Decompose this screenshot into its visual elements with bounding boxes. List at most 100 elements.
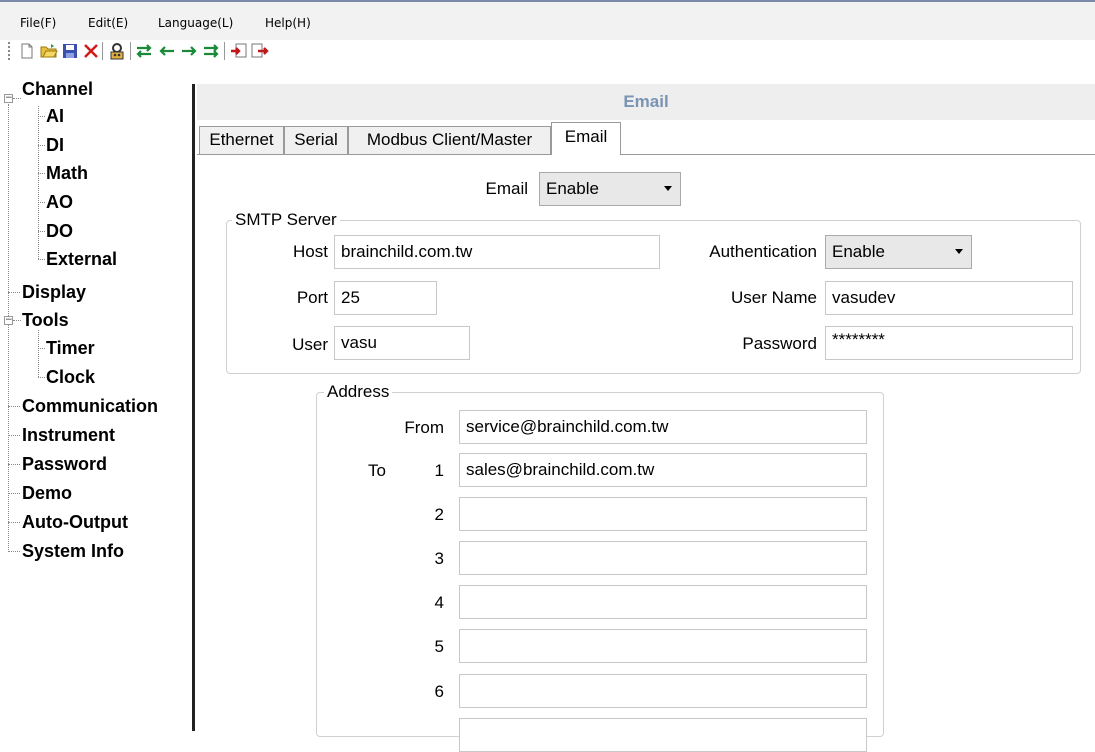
- tree-node-password[interactable]: Password: [22, 454, 107, 474]
- tree-line: [8, 292, 20, 293]
- tree-line: [38, 116, 45, 117]
- email-enable-select[interactable]: Enable: [539, 172, 681, 206]
- chevron-down-icon: [664, 186, 672, 191]
- to-index-1: 1: [434, 461, 444, 480]
- chevron-down-icon: [955, 249, 963, 254]
- to-index-5: 5: [434, 637, 444, 656]
- channel-expander-icon[interactable]: −: [4, 94, 13, 103]
- tab-strip: Ethernet Serial Modbus Client/Master Ema…: [197, 120, 1095, 155]
- tree-line: [38, 348, 45, 349]
- toolbar: [0, 40, 1095, 84]
- tree-line: [38, 145, 45, 146]
- tree-line: [8, 464, 20, 465]
- toolbar-separator: [130, 42, 131, 60]
- host-input[interactable]: brainchild.com.tw: [334, 235, 660, 269]
- tree-line: [38, 377, 45, 378]
- tools-expander-icon[interactable]: −: [4, 316, 13, 325]
- tab-email[interactable]: Email: [551, 122, 621, 155]
- port-label: Port: [296, 288, 328, 307]
- menu-file[interactable]: File(F): [20, 16, 56, 30]
- menu-bar: File(F) Edit(E) Language(L) Help(H): [0, 0, 1095, 40]
- tree-node-do[interactable]: DO: [46, 221, 73, 241]
- authentication-value: Enable: [832, 242, 885, 261]
- transfer-both-icon[interactable]: [135, 42, 153, 60]
- tree-node-system-info[interactable]: System Info: [22, 541, 124, 561]
- port-input[interactable]: 25: [334, 281, 437, 315]
- to-label: To: [368, 461, 386, 480]
- tree-line: [38, 106, 39, 259]
- to-index-3: 3: [434, 549, 444, 568]
- save-icon[interactable]: [61, 42, 79, 60]
- toolbar-grip[interactable]: [8, 42, 10, 60]
- upload-left-icon[interactable]: [158, 42, 176, 60]
- user-name-input[interactable]: vasudev: [825, 281, 1073, 315]
- host-label: Host: [293, 242, 328, 261]
- address-legend: Address: [324, 382, 393, 402]
- panel-header: Email: [197, 84, 1095, 121]
- from-input[interactable]: service@brainchild.com.tw: [459, 410, 867, 444]
- tree-line: [38, 173, 45, 174]
- smtp-server-legend: SMTP Server: [232, 210, 340, 230]
- tab-modbus[interactable]: Modbus Client/Master: [348, 126, 551, 154]
- tree-node-demo[interactable]: Demo: [22, 483, 72, 503]
- authentication-select[interactable]: Enable: [825, 235, 972, 269]
- open-folder-icon[interactable]: [40, 42, 58, 60]
- to-input-5[interactable]: [459, 629, 867, 663]
- delete-icon[interactable]: [82, 42, 100, 60]
- tree-node-instrument[interactable]: Instrument: [22, 425, 115, 445]
- tree-line: [13, 320, 21, 321]
- toolbar-separator: [102, 42, 103, 60]
- to-input-1[interactable]: sales@brainchild.com.tw: [459, 453, 867, 487]
- to-index-4: 4: [434, 593, 444, 612]
- user-label: User: [292, 335, 328, 354]
- tree-line: [38, 202, 45, 203]
- password-label: Password: [742, 334, 817, 353]
- tree-line: [38, 330, 39, 377]
- download-right-icon[interactable]: [180, 42, 198, 60]
- to-input-3[interactable]: [459, 541, 867, 575]
- to-input-4[interactable]: [459, 585, 867, 619]
- tree-line: [38, 259, 45, 260]
- to-index-2: 2: [434, 505, 444, 524]
- menu-help[interactable]: Help(H): [265, 16, 311, 30]
- tree-line: [8, 406, 20, 407]
- tree-node-timer[interactable]: Timer: [46, 338, 95, 358]
- tree-node-math[interactable]: Math: [46, 163, 88, 183]
- new-file-icon[interactable]: [18, 42, 36, 60]
- to-input-6[interactable]: [459, 674, 867, 708]
- tree-node-clock[interactable]: Clock: [46, 367, 95, 387]
- menu-language[interactable]: Language(L): [158, 16, 233, 30]
- tree-line: [8, 493, 20, 494]
- tree-line: [13, 98, 21, 99]
- to-input-7[interactable]: [459, 718, 867, 752]
- export-icon[interactable]: [251, 42, 269, 60]
- from-label: From: [404, 418, 444, 437]
- tree-line: [38, 231, 45, 232]
- tree-line: [8, 522, 20, 523]
- tree-node-channel[interactable]: Channel: [22, 79, 93, 99]
- import-icon[interactable]: [230, 42, 248, 60]
- email-enable-value: Enable: [546, 179, 599, 198]
- tree-node-di[interactable]: DI: [46, 135, 64, 155]
- tree-node-tools[interactable]: Tools: [22, 310, 69, 330]
- password-input[interactable]: ********: [825, 326, 1073, 360]
- email-label: Email: [485, 179, 528, 198]
- tab-ethernet[interactable]: Ethernet: [199, 126, 284, 154]
- to-input-2[interactable]: [459, 497, 867, 531]
- tree-line: [8, 104, 9, 552]
- tree-node-communication[interactable]: Communication: [22, 396, 158, 416]
- tab-serial[interactable]: Serial: [284, 126, 348, 154]
- panel-title: Email: [623, 92, 669, 111]
- menu-edit[interactable]: Edit(E): [88, 16, 128, 30]
- transfer-both-alt-icon[interactable]: [202, 42, 220, 60]
- user-name-label: User Name: [731, 288, 817, 307]
- tree-node-external[interactable]: External: [46, 249, 117, 269]
- tree-node-ao[interactable]: AO: [46, 192, 73, 212]
- tree-node-auto-output[interactable]: Auto-Output: [22, 512, 128, 532]
- tree-line: [8, 435, 20, 436]
- tree-node-display[interactable]: Display: [22, 282, 86, 302]
- device-search-icon[interactable]: [108, 42, 126, 60]
- tree-node-ai[interactable]: AI: [46, 106, 64, 126]
- sidebar-tree: − Channel AI DI Math AO DO External Disp…: [0, 79, 195, 731]
- user-input[interactable]: vasu: [334, 326, 470, 360]
